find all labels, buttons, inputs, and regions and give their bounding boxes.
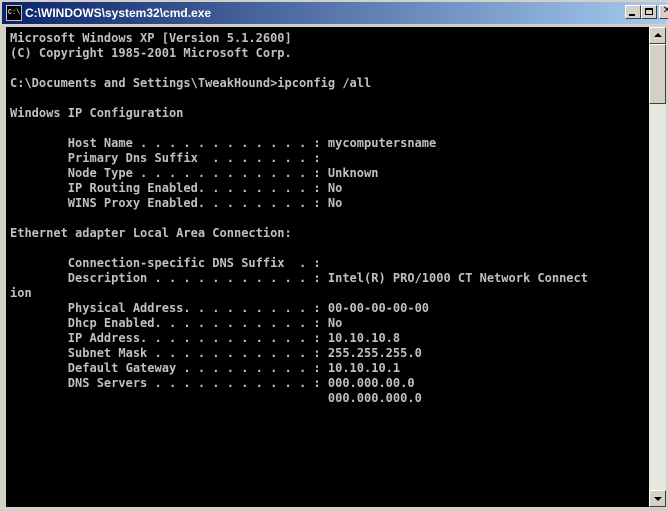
maximize-button[interactable] xyxy=(641,5,657,19)
console-line: ion xyxy=(10,286,32,300)
maximize-icon xyxy=(645,8,653,15)
scrollbar-thumb[interactable] xyxy=(649,44,666,104)
cmd-window: C:\ C:\WINDOWS\system32\cmd.exe ✕ Micros… xyxy=(0,0,668,511)
console-line: Host Name . . . . . . . . . . . . : myco… xyxy=(10,136,437,150)
cmd-icon[interactable]: C:\ xyxy=(6,5,22,21)
scroll-down-button[interactable] xyxy=(649,490,666,507)
console-line: Microsoft Windows XP [Version 5.1.2600] xyxy=(10,31,292,45)
console-line: 000.000.000.0 xyxy=(10,391,422,405)
close-icon: ✕ xyxy=(662,5,668,16)
console-line: Ethernet adapter Local Area Connection: xyxy=(10,226,292,240)
console-line: Primary Dns Suffix . . . . . . . : xyxy=(10,151,321,165)
console-line: IP Address. . . . . . . . . . . . : 10.1… xyxy=(10,331,401,345)
console-line: C:\Documents and Settings\TweakHound>ipc… xyxy=(10,76,372,90)
console-line: DNS Servers . . . . . . . . . . . : 000.… xyxy=(10,376,415,390)
console-line: WINS Proxy Enabled. . . . . . . . : No xyxy=(10,196,343,210)
title-bar[interactable]: C:\ C:\WINDOWS\system32\cmd.exe ✕ xyxy=(2,2,668,24)
console-line: Node Type . . . . . . . . . . . . : Unkn… xyxy=(10,166,379,180)
console-line: Subnet Mask . . . . . . . . . . . : 255.… xyxy=(10,346,422,360)
minimize-icon xyxy=(629,14,635,16)
console-line: Physical Address. . . . . . . . . : 00-0… xyxy=(10,301,430,315)
arrow-down-icon xyxy=(654,497,662,501)
console-line: Windows IP Configuration xyxy=(10,106,184,120)
console-output-area[interactable]: Microsoft Windows XP [Version 5.1.2600] … xyxy=(6,27,649,507)
console-line: IP Routing Enabled. . . . . . . . : No xyxy=(10,181,343,195)
arrow-up-icon xyxy=(654,33,662,37)
console-line: Default Gateway . . . . . . . . . : 10.1… xyxy=(10,361,401,375)
console-line: (C) Copyright 1985-2001 Microsoft Corp. xyxy=(10,46,292,60)
console-text: Microsoft Windows XP [Version 5.1.2600] … xyxy=(6,27,649,406)
minimize-button[interactable] xyxy=(625,5,641,19)
window-title: C:\WINDOWS\system32\cmd.exe xyxy=(25,6,212,20)
vertical-scrollbar[interactable] xyxy=(649,27,666,507)
scroll-up-button[interactable] xyxy=(649,27,666,44)
close-button[interactable]: ✕ xyxy=(659,5,668,19)
console-line: Description . . . . . . . . . . . : Inte… xyxy=(10,271,588,285)
console-line: Connection-specific DNS Suffix . : xyxy=(10,256,321,270)
console-line: Dhcp Enabled. . . . . . . . . . . : No xyxy=(10,316,343,330)
